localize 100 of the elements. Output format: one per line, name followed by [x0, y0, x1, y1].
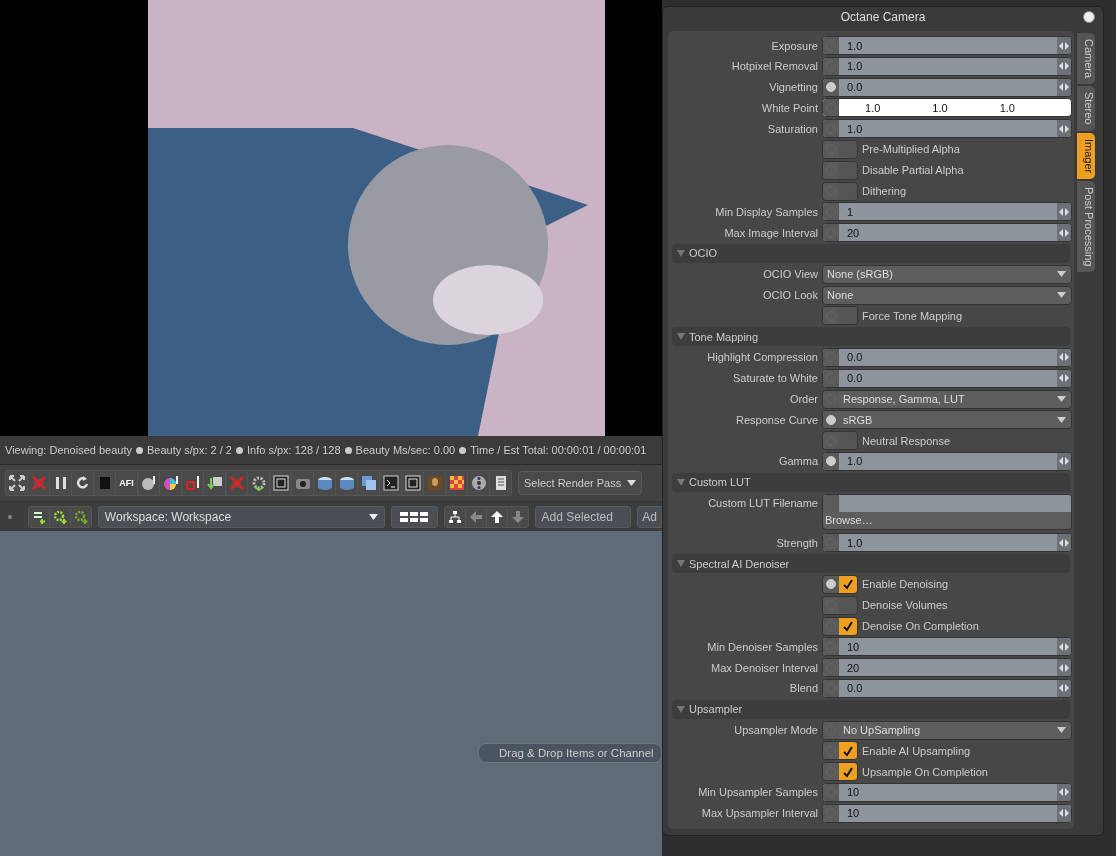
number-field[interactable]: 20	[822, 658, 1072, 678]
field-label: Exposure	[770, 39, 819, 52]
field-value: 10	[846, 640, 861, 653]
number-field[interactable]: 0.0	[822, 347, 1072, 367]
dropdown[interactable]: None (sRGB)	[822, 264, 1072, 284]
checkbox[interactable]	[822, 431, 858, 451]
render-pass-dropdown[interactable]: Select Render Pass	[518, 471, 643, 495]
field-label: Strength	[775, 536, 819, 549]
number-field[interactable]: 10	[822, 637, 1072, 657]
checkbox[interactable]	[822, 574, 858, 594]
layout-icon[interactable]	[391, 506, 438, 528]
field-label: Upsampler Mode	[733, 724, 819, 736]
slider-arrows-icon[interactable]	[1057, 348, 1071, 366]
number-field[interactable]: 1.0	[822, 36, 1072, 55]
checkbox-label: Denoise On Completion	[862, 620, 979, 632]
field-label: Vignetting	[768, 81, 819, 94]
slider-arrows-icon[interactable]	[1057, 659, 1071, 677]
number-field[interactable]: 10	[822, 782, 1072, 802]
browse-button[interactable]: Browse…	[823, 511, 1071, 529]
number-field[interactable]: 0.0	[822, 678, 1072, 698]
section-header[interactable]: Tone Mapping	[672, 327, 1070, 347]
field-label: Max Image Interval	[723, 226, 819, 239]
portrait-icon[interactable]	[424, 471, 445, 495]
close-icon[interactable]	[1083, 11, 1095, 23]
slider-arrows-icon[interactable]	[1057, 783, 1071, 801]
camera-icon[interactable]	[292, 471, 313, 495]
slider-arrows-icon[interactable]	[1057, 804, 1071, 822]
number-field[interactable]: 1.0	[822, 533, 1072, 553]
number-field[interactable]: 1	[822, 202, 1072, 222]
checkbox[interactable]	[822, 762, 858, 782]
workspace-dropdown[interactable]: Workspace: Workspace	[97, 506, 386, 528]
gear-icon[interactable]	[49, 507, 70, 527]
checkbox[interactable]	[822, 595, 858, 615]
vertical-tab[interactable]: Post Processing	[1077, 180, 1095, 273]
checkbox[interactable]	[822, 741, 858, 761]
vertical-tab[interactable]: Imager	[1077, 132, 1095, 179]
panel-title: Octane Camera	[840, 10, 926, 24]
frame-icon[interactable]	[270, 471, 291, 495]
field-label: OCIO Look	[761, 289, 819, 302]
field-label: Custom LUT Filename	[707, 495, 819, 509]
afi-button[interactable]: AFI	[116, 471, 137, 495]
slider-arrows-icon[interactable]	[1057, 120, 1071, 138]
gear-icon[interactable]	[248, 471, 269, 495]
pause-icon[interactable]	[50, 471, 71, 495]
add-selected-button[interactable]: Add Selected	[534, 506, 632, 528]
color-wheel-icon[interactable]	[160, 471, 181, 495]
filename-field[interactable]: Browse…	[822, 493, 1072, 530]
reel-icon[interactable]	[468, 471, 489, 495]
slider-arrows-icon[interactable]	[1057, 679, 1071, 697]
section-header[interactable]: Upsampler	[672, 699, 1070, 719]
color-field[interactable]: 1.0 1.0 1.0	[822, 98, 1072, 118]
section-title: Spectral AI Denoiser	[689, 557, 790, 570]
add-button[interactable]: Ad	[637, 506, 662, 528]
slider-arrows-icon[interactable]	[1057, 203, 1071, 221]
number-field[interactable]: 1.0	[822, 451, 1072, 471]
number-field[interactable]: 10	[822, 803, 1072, 823]
vertical-tab[interactable]: Camera	[1077, 33, 1095, 85]
checkbox[interactable]	[822, 306, 858, 326]
slider-arrows-icon[interactable]	[1057, 452, 1071, 470]
slider-arrows-icon[interactable]	[1057, 78, 1071, 96]
number-field[interactable]: 1.0	[822, 56, 1072, 76]
slider-arrows-icon[interactable]	[1057, 638, 1071, 656]
number-field[interactable]: 20	[822, 223, 1072, 243]
dropdown[interactable]: No UpSampling	[822, 720, 1072, 740]
import-icon[interactable]	[204, 471, 225, 495]
field-label: Highlight Compression	[706, 351, 819, 364]
slider-arrows-icon[interactable]	[1057, 57, 1071, 75]
gear-icon[interactable]	[70, 507, 91, 527]
add-group-icon[interactable]	[28, 507, 49, 527]
section-header[interactable]: Spectral AI Denoiser	[672, 554, 1070, 574]
dropdown[interactable]: sRGB	[822, 410, 1072, 430]
number-field[interactable]: 0.0	[822, 368, 1072, 388]
dropdown[interactable]: None	[822, 285, 1072, 305]
layers-icon[interactable]	[358, 471, 379, 495]
field-label: Min Display Samples	[714, 205, 819, 218]
slider-arrows-icon[interactable]	[1057, 369, 1071, 387]
fullscreen-icon[interactable]	[6, 471, 27, 495]
document-icon[interactable]	[490, 471, 511, 495]
slider-arrows-icon[interactable]	[1057, 534, 1071, 552]
arrow-up-icon[interactable]	[486, 507, 507, 527]
checker-icon[interactable]	[446, 471, 467, 495]
dropdown[interactable]: Response, Gamma, LUT	[822, 389, 1072, 409]
checkbox-label: Denoise Volumes	[862, 599, 948, 612]
checkbox[interactable]	[822, 160, 858, 180]
checkbox[interactable]	[822, 181, 858, 201]
status-text: Viewing: Denoised beauty	[5, 444, 132, 456]
field-label: Hotpixel Removal	[730, 60, 819, 73]
number-field[interactable]: 1.0	[822, 119, 1072, 139]
refresh-icon[interactable]	[72, 471, 93, 495]
hierarchy-icon[interactable]	[444, 507, 465, 527]
terminal-icon[interactable]	[380, 471, 401, 495]
section-header[interactable]: Custom LUT	[672, 472, 1070, 492]
slider-arrows-icon[interactable]	[1057, 37, 1071, 54]
section-header[interactable]: OCIO	[672, 243, 1070, 263]
checkbox-label: Force Tone Mapping	[862, 309, 963, 322]
slider-arrows-icon[interactable]	[1057, 224, 1071, 242]
checkbox[interactable]	[822, 140, 858, 159]
checkbox[interactable]	[822, 616, 858, 636]
number-field[interactable]: 0.0	[822, 77, 1072, 97]
vertical-tab[interactable]: Stereo	[1077, 86, 1095, 131]
